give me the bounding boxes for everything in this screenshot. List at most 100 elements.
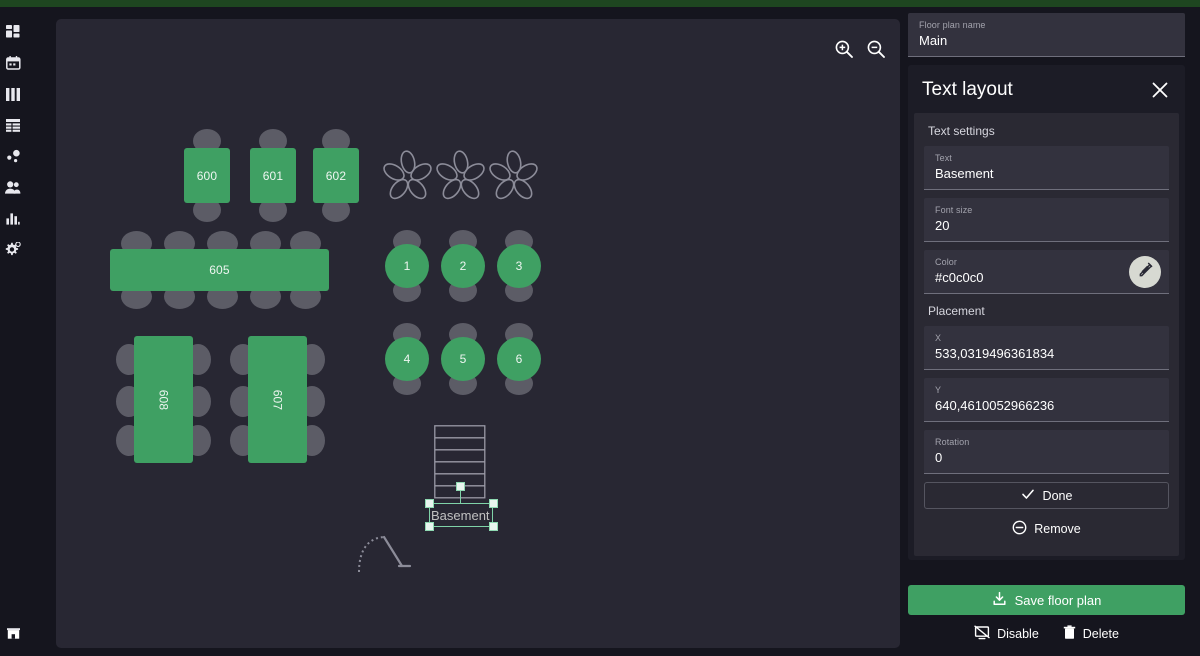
table-group-602[interactable]: 602 bbox=[313, 129, 359, 222]
save-floor-plan-button[interactable]: Save floor plan bbox=[908, 585, 1185, 615]
table-group-1[interactable]: 1 bbox=[385, 230, 429, 302]
selection-handle-tr[interactable] bbox=[489, 499, 498, 508]
table-group-2[interactable]: 2 bbox=[441, 230, 485, 302]
color-picker-button[interactable] bbox=[1129, 256, 1161, 288]
sidebar-item-settings[interactable] bbox=[0, 234, 26, 265]
table-shape[interactable]: 4 bbox=[385, 337, 429, 381]
sidebar-item-reports[interactable] bbox=[0, 203, 26, 234]
check-icon bbox=[1021, 487, 1035, 504]
table-shape[interactable]: 607 bbox=[248, 336, 307, 463]
font-size-field[interactable]: Font size 20 bbox=[924, 198, 1169, 242]
table-label: 608 bbox=[156, 389, 171, 410]
plant-2[interactable] bbox=[433, 149, 489, 210]
selection-handle-tl[interactable] bbox=[425, 499, 434, 508]
table-group-605[interactable]: 605 bbox=[110, 231, 329, 309]
selection-handle-bl[interactable] bbox=[425, 522, 434, 531]
table-label: 3 bbox=[515, 259, 523, 273]
dashboard-grid-icon bbox=[5, 25, 21, 40]
y-field[interactable]: Y 640,4610052966236 bbox=[924, 378, 1169, 422]
table-group-5[interactable]: 5 bbox=[441, 323, 485, 395]
door-object[interactable] bbox=[354, 532, 412, 583]
table-label: 602 bbox=[325, 168, 347, 183]
save-download-icon bbox=[992, 591, 1007, 609]
selected-text-element[interactable]: Basement bbox=[425, 482, 498, 531]
people-icon bbox=[5, 181, 21, 194]
sidebar-item-calendar[interactable] bbox=[0, 48, 26, 79]
selection-rotation-handle[interactable] bbox=[456, 482, 465, 491]
floor-plan-name-value: Main bbox=[919, 33, 948, 48]
table-group-600[interactable]: 600 bbox=[184, 129, 230, 222]
disable-button[interactable]: Disable bbox=[974, 625, 1039, 643]
table-group-607[interactable]: 607 bbox=[230, 336, 325, 463]
floor-plan-canvas[interactable]: 600 601 602 605 608 607 1 2 3 4 5 6 Base… bbox=[56, 19, 900, 648]
table-label: 600 bbox=[196, 168, 218, 183]
rotation-field[interactable]: Rotation 0 bbox=[924, 430, 1169, 474]
sidebar-item-locations[interactable] bbox=[0, 141, 26, 172]
table-shape[interactable]: 602 bbox=[313, 148, 359, 203]
table-group-4[interactable]: 4 bbox=[385, 323, 429, 395]
floor-plan-objects: 600 601 602 605 608 607 1 2 3 4 5 6 Base… bbox=[56, 19, 900, 648]
delete-button[interactable]: Delete bbox=[1063, 625, 1119, 643]
table-label: 601 bbox=[262, 168, 284, 183]
rotation-label: Rotation bbox=[935, 437, 970, 447]
columns-icon bbox=[5, 88, 21, 101]
font-size-value: 20 bbox=[935, 218, 950, 233]
text-object-label: Basement bbox=[431, 508, 490, 523]
table-shape[interactable]: 1 bbox=[385, 244, 429, 288]
y-label: Y bbox=[935, 385, 942, 395]
x-label: X bbox=[935, 333, 942, 343]
table-group-601[interactable]: 601 bbox=[250, 129, 296, 222]
done-button[interactable]: Done bbox=[924, 482, 1169, 509]
table-shape[interactable]: 601 bbox=[250, 148, 296, 203]
close-icon[interactable] bbox=[1151, 81, 1169, 99]
table-shape[interactable]: 2 bbox=[441, 244, 485, 288]
selection-handle-br[interactable] bbox=[489, 522, 498, 531]
table-group-608[interactable]: 608 bbox=[116, 336, 211, 463]
text-layout-body: Text settings Text Basement Font size 20… bbox=[914, 113, 1179, 556]
text-field-value: Basement bbox=[935, 166, 994, 181]
table-shape[interactable]: 608 bbox=[134, 336, 193, 463]
table-label: 1 bbox=[403, 259, 411, 273]
panel-title: Text layout bbox=[922, 79, 1013, 100]
text-field[interactable]: Text Basement bbox=[924, 146, 1169, 190]
remove-button-label: Remove bbox=[1034, 522, 1081, 536]
floor-plan-name-field[interactable]: Floor plan name Main bbox=[908, 13, 1185, 57]
disable-screen-icon bbox=[974, 625, 990, 643]
remove-button[interactable]: Remove bbox=[924, 515, 1169, 543]
sidebar-item-dashboard[interactable] bbox=[0, 17, 26, 48]
bottom-actions: Disable Delete bbox=[908, 625, 1185, 643]
table-shape[interactable]: 3 bbox=[497, 244, 541, 288]
table-shape[interactable]: 6 bbox=[497, 337, 541, 381]
x-field[interactable]: X 533,0319496361834 bbox=[924, 326, 1169, 370]
sidebar-item-people[interactable] bbox=[0, 172, 26, 203]
left-sidebar bbox=[0, 7, 26, 656]
plant-1[interactable] bbox=[380, 149, 436, 210]
sidebar-item-board[interactable] bbox=[0, 79, 26, 110]
table-shape[interactable]: 5 bbox=[441, 337, 485, 381]
list-icon bbox=[5, 119, 21, 132]
table-group-3[interactable]: 3 bbox=[497, 230, 541, 302]
floor-plan-editor-app: 600 601 602 605 608 607 1 2 3 4 5 6 Base… bbox=[0, 0, 1200, 656]
font-size-label: Font size bbox=[935, 205, 973, 215]
table-group-6[interactable]: 6 bbox=[497, 323, 541, 395]
delete-label: Delete bbox=[1082, 627, 1119, 641]
sidebar-item-building[interactable] bbox=[0, 617, 26, 648]
color-field[interactable]: Color #c0c0c0 bbox=[924, 250, 1169, 294]
table-shape[interactable]: 600 bbox=[184, 148, 230, 203]
top-accent-bar bbox=[0, 0, 1200, 7]
table-label: 5 bbox=[459, 352, 467, 366]
x-value: 533,0319496361834 bbox=[935, 346, 1055, 361]
color-value: #c0c0c0 bbox=[935, 270, 984, 285]
plant-3[interactable] bbox=[486, 149, 542, 210]
eyedropper-icon bbox=[1137, 261, 1154, 283]
color-label: Color bbox=[935, 257, 958, 267]
sidebar-item-list[interactable] bbox=[0, 110, 26, 141]
table-label: 605 bbox=[209, 263, 230, 277]
table-label: 607 bbox=[270, 389, 285, 410]
minus-circle-icon bbox=[1012, 520, 1027, 538]
text-settings-section-label: Text settings bbox=[928, 124, 995, 138]
table-label: 6 bbox=[515, 352, 523, 366]
y-value: 640,4610052966236 bbox=[935, 398, 1055, 413]
table-shape[interactable]: 605 bbox=[110, 249, 329, 291]
text-field-label: Text bbox=[935, 153, 952, 163]
